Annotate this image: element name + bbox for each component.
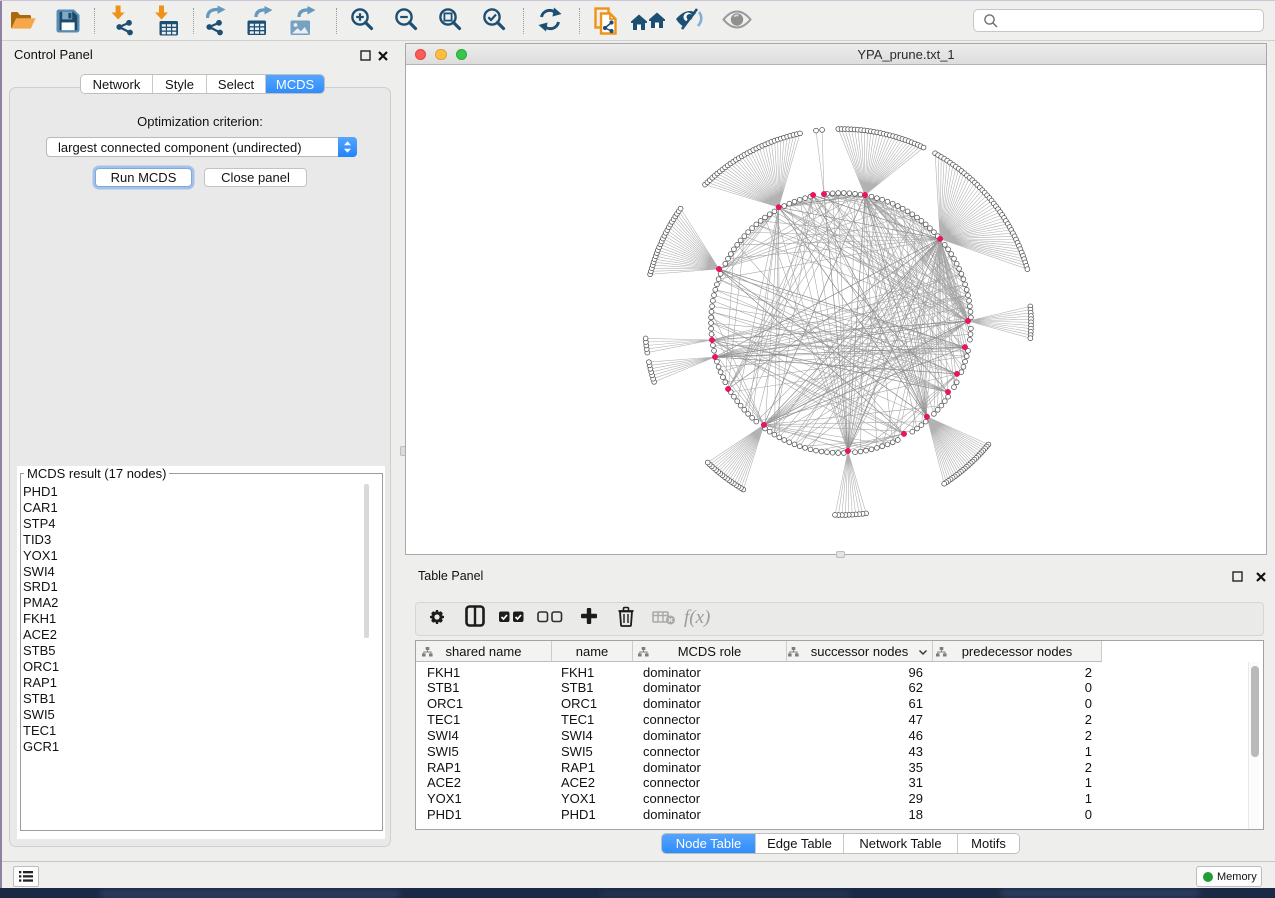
svg-text:f(x): f(x) — [684, 607, 710, 628]
